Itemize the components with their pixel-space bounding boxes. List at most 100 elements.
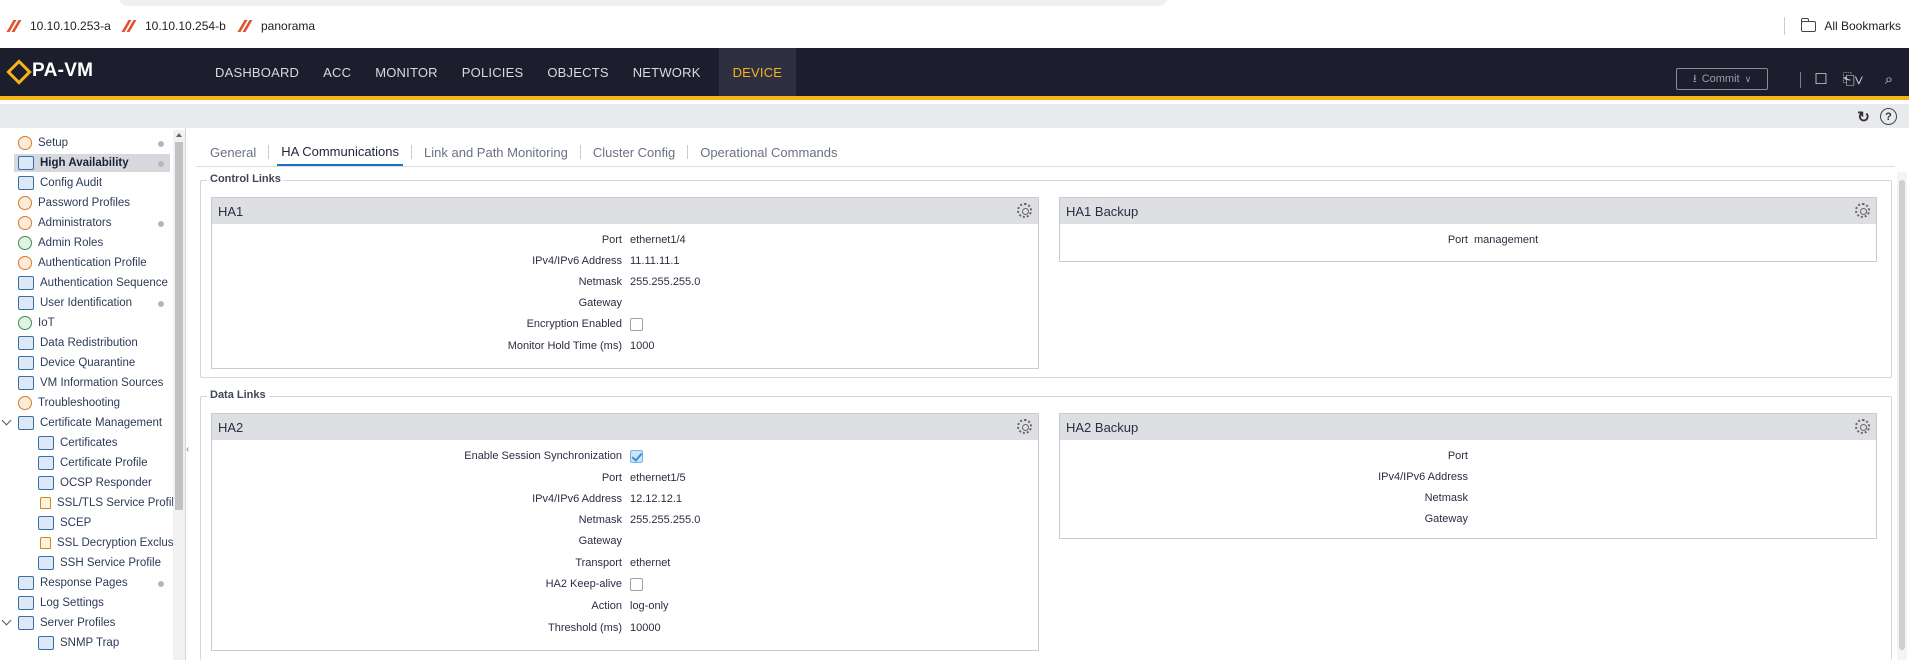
field-row: Netmask 255.255.255.0 — [212, 274, 1040, 290]
nav-tab-policies[interactable]: POLICIES — [450, 48, 536, 96]
sidebar-item-authentication-sequence[interactable]: Authentication Sequence — [18, 274, 168, 292]
tab-divider — [579, 145, 581, 159]
sidebar-item-label: SNMP Trap — [60, 637, 120, 649]
tab-operational-commands[interactable]: Operational Commands — [696, 138, 841, 166]
session-sync-checkbox[interactable] — [630, 450, 643, 463]
field-value: log-only — [630, 600, 669, 612]
quarantine-icon — [18, 356, 34, 370]
sidebar-item-setup[interactable]: Setup — [18, 134, 68, 152]
status-dot — [158, 141, 164, 147]
save-config-icon[interactable]: ⎗∨ — [1840, 70, 1866, 88]
sidebar-item-iot[interactable]: IoT — [18, 314, 55, 332]
search-icon[interactable]: ⌕ — [1880, 70, 1898, 88]
vm-info-icon — [18, 376, 34, 390]
commit-button[interactable]: ⭳ Commit ∨ — [1676, 68, 1768, 90]
bookmark-item[interactable]: panorama — [237, 18, 316, 34]
sidebar-scroll-thumb[interactable] — [175, 142, 183, 510]
sidebar-item-device-quarantine[interactable]: Device Quarantine — [18, 354, 135, 372]
refresh-icon[interactable]: ↻ — [1855, 108, 1872, 126]
sidebar-item-config-audit[interactable]: Config Audit — [18, 174, 102, 192]
sidebar-item-data-redistribution[interactable]: Data Redistribution — [18, 334, 138, 352]
utility-toolbar: ↻ ? — [0, 104, 1909, 128]
sidebar-item-label: Data Redistribution — [40, 337, 138, 349]
nav-tab-device[interactable]: DEVICE — [718, 48, 797, 96]
sidebar-item-snmp-trap[interactable]: SNMP Trap — [38, 634, 119, 652]
field-label: Gateway — [578, 535, 622, 547]
sidebar-item-password-profiles[interactable]: Password Profiles — [18, 194, 130, 212]
chevron-down-icon[interactable] — [1, 615, 12, 626]
address-bar-edge — [118, 0, 1168, 6]
sidebar-item-vm-information-sources[interactable]: VM Information Sources — [18, 374, 163, 392]
sidebar-item-certificate-profile[interactable]: Certificate Profile — [38, 454, 148, 472]
gear-icon[interactable] — [1017, 203, 1032, 218]
gear-icon[interactable] — [1855, 203, 1870, 218]
sidebar-item-server-profiles[interactable]: Server Profiles — [18, 614, 115, 632]
sidebar-item-scep[interactable]: SCEP — [38, 514, 91, 532]
scroll-up-icon[interactable] — [176, 133, 182, 137]
sidebar-item-ssh-service-profile[interactable]: SSH Service Profile — [38, 554, 161, 572]
tab-general[interactable]: General — [206, 138, 260, 166]
sidebar-item-certificate-management[interactable]: Certificate Management — [18, 414, 162, 432]
auth-sequence-icon — [18, 276, 34, 290]
field-row: IPv4/IPv6 Address 11.11.11.1 — [212, 253, 1040, 269]
bookmark-label: panorama — [261, 19, 316, 33]
bookmark-item[interactable]: 10.10.10.254-b — [121, 18, 226, 34]
bookmark-item[interactable]: 10.10.10.253-a — [6, 18, 111, 34]
setup-icon — [18, 136, 32, 150]
sidebar-item-response-pages[interactable]: Response Pages — [18, 574, 128, 592]
nav-tab-acc[interactable]: ACC — [311, 48, 363, 96]
sidebar-item-ssl-decryption-exclusion[interactable]: SSL Decryption Exclusio — [40, 534, 173, 552]
gear-icon[interactable] — [1017, 419, 1032, 434]
sidebar-item-ssl-tls-service-profile[interactable]: SSL/TLS Service Profile — [40, 494, 180, 512]
ha2-keepalive-checkbox[interactable] — [630, 578, 643, 591]
sidebar-item-log-settings[interactable]: Log Settings — [18, 594, 104, 612]
ha1-backup-panel: HA1 Backup Port management — [1059, 197, 1877, 262]
sidebar-item-high-availability[interactable]: High Availability — [14, 154, 170, 172]
tab-ha-communications[interactable]: HA Communications — [277, 138, 404, 166]
status-dot — [158, 581, 164, 587]
sidebar-item-ocsp-responder[interactable]: OCSP Responder — [38, 474, 152, 492]
nav-tab-monitor[interactable]: MONITOR — [363, 48, 450, 96]
encryption-enabled-checkbox[interactable] — [630, 318, 643, 331]
nav-tab-network[interactable]: NETWORK — [621, 48, 713, 96]
collapse-sidebar-icon[interactable]: ‹ — [186, 444, 189, 455]
bookmark-label: 10.10.10.253-a — [30, 19, 111, 33]
panel-header: HA2 — [212, 414, 1038, 440]
field-row: HA2 Keep-alive — [212, 576, 1040, 592]
sidebar-item-authentication-profile[interactable]: Authentication Profile — [18, 254, 147, 272]
section-legend: Data Links — [207, 389, 269, 401]
commit-icon: ⭳ — [1692, 72, 1697, 85]
tab-link-path-monitoring[interactable]: Link and Path Monitoring — [420, 138, 572, 166]
main-scrollbar[interactable] — [1897, 172, 1907, 660]
field-row: Port ethernet1/4 — [212, 232, 1040, 248]
field-row: Transport ethernet — [212, 555, 1040, 571]
main-scroll-thumb[interactable] — [1899, 180, 1905, 650]
scep-icon — [38, 516, 54, 530]
sidebar-scrollbar[interactable] — [173, 130, 185, 660]
sidebar-item-certificates[interactable]: Certificates — [38, 434, 118, 452]
panel-title: HA2 — [218, 419, 244, 435]
sidebar-item-user-identification[interactable]: User Identification — [18, 294, 132, 312]
sidebar-item-label: IoT — [38, 317, 55, 329]
sidebar-item-administrators[interactable]: Administrators — [18, 214, 112, 232]
bookmarks-bar: 10.10.10.253-a 10.10.10.254-b panorama A… — [0, 0, 1909, 48]
all-bookmarks-button[interactable]: All Bookmarks — [1784, 17, 1901, 35]
ssh-icon — [38, 556, 54, 570]
field-row: Netmask 255.255.255.0 — [212, 512, 1040, 528]
chevron-down-icon[interactable] — [1, 415, 12, 426]
ocsp-icon — [38, 476, 54, 490]
sidebar-item-admin-roles[interactable]: Admin Roles — [18, 234, 103, 252]
field-value: 255.255.255.0 — [630, 276, 701, 288]
nav-tab-dashboard[interactable]: DASHBOARD — [203, 48, 311, 96]
field-row: Enable Session Synchronization — [212, 448, 1040, 464]
help-icon[interactable]: ? — [1880, 108, 1897, 125]
pa-vm-logo[interactable]: PA-VM — [8, 60, 93, 82]
nav-tab-objects[interactable]: OBJECTS — [535, 48, 620, 96]
gear-icon[interactable] — [1855, 419, 1870, 434]
field-label: Netmask — [1424, 492, 1468, 504]
tab-cluster-config[interactable]: Cluster Config — [589, 138, 679, 166]
config-lock-icon[interactable]: ☐ — [1812, 70, 1830, 88]
field-row: Port — [1060, 448, 1878, 464]
section-legend: Control Links — [207, 173, 284, 185]
sidebar-item-troubleshooting[interactable]: Troubleshooting — [18, 394, 120, 412]
